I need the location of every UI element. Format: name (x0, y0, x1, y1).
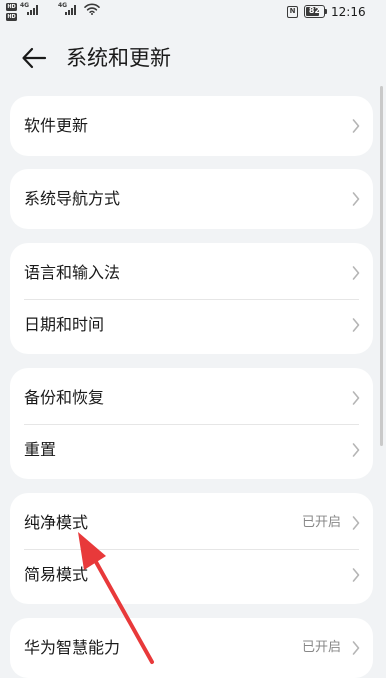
chevron-right-icon (352, 568, 360, 582)
row-label: 日期和时间 (24, 315, 105, 334)
chevron-right-icon (352, 391, 360, 405)
signal-icon-sim2: 4G (58, 2, 76, 15)
settings-row-date-time[interactable]: 日期和时间 (10, 299, 373, 351)
scrollbar[interactable] (380, 86, 383, 446)
row-label: 备份和恢复 (24, 388, 105, 407)
settings-group-huawei-ai: 华为智慧能力 已开启 (10, 618, 373, 678)
row-label: 简易模式 (24, 565, 89, 584)
row-status-value: 已开启 (301, 515, 341, 530)
settings-row-huawei-smart-ability[interactable]: 华为智慧能力 已开启 (10, 622, 373, 674)
chevron-right-icon (352, 192, 360, 206)
chevron-right-icon (352, 516, 360, 530)
row-label: 华为智慧能力 (24, 638, 121, 657)
settings-row-system-navigation[interactable]: 系统导航方式 (10, 173, 373, 225)
wifi-icon (84, 3, 100, 15)
battery-icon: 82 (304, 5, 325, 18)
row-label: 软件更新 (24, 116, 89, 135)
chevron-right-icon (352, 318, 360, 332)
chevron-right-icon (352, 266, 360, 280)
chevron-right-icon (352, 119, 360, 133)
sim-badges: HD HD (6, 3, 18, 23)
nfc-icon: N (287, 6, 298, 18)
settings-row-backup-restore[interactable]: 备份和恢复 (10, 372, 373, 424)
row-label: 语言和输入法 (24, 263, 121, 282)
row-label: 纯净模式 (24, 513, 89, 532)
hd-badge-sim1: HD (6, 3, 17, 11)
settings-row-reset[interactable]: 重置 (10, 424, 373, 476)
settings-group-language-time: 语言和输入法 日期和时间 (10, 243, 373, 354)
chevron-right-icon (352, 641, 360, 655)
settings-group-backup-reset: 备份和恢复 重置 (10, 368, 373, 479)
status-time: 12:16 (331, 5, 366, 19)
row-label: 系统导航方式 (24, 189, 121, 208)
battery-percent: 82 (308, 6, 321, 15)
settings-group-navigation: 系统导航方式 (10, 169, 373, 229)
settings-group-update: 软件更新 (10, 96, 373, 156)
signal-icon-sim1: 4G (20, 2, 38, 15)
back-arrow-icon[interactable] (20, 45, 48, 71)
chevron-right-icon (352, 443, 360, 457)
page-header: 系统和更新 (0, 36, 386, 80)
settings-row-language-input[interactable]: 语言和输入法 (10, 247, 373, 299)
settings-row-pure-mode[interactable]: 纯净模式 已开启 (10, 497, 373, 549)
page-title: 系统和更新 (66, 46, 171, 70)
settings-row-software-update[interactable]: 软件更新 (10, 100, 373, 152)
status-bar: HD HD 4G 4G N 82 12:16 (0, 0, 386, 26)
settings-row-simple-mode[interactable]: 简易模式 (10, 549, 373, 601)
settings-group-modes: 纯净模式 已开启 简易模式 (10, 493, 373, 604)
battery-terminal (325, 9, 327, 14)
row-status-value: 已开启 (301, 640, 341, 655)
hd-badge-sim2: HD (6, 13, 17, 21)
row-label: 重置 (24, 440, 57, 459)
